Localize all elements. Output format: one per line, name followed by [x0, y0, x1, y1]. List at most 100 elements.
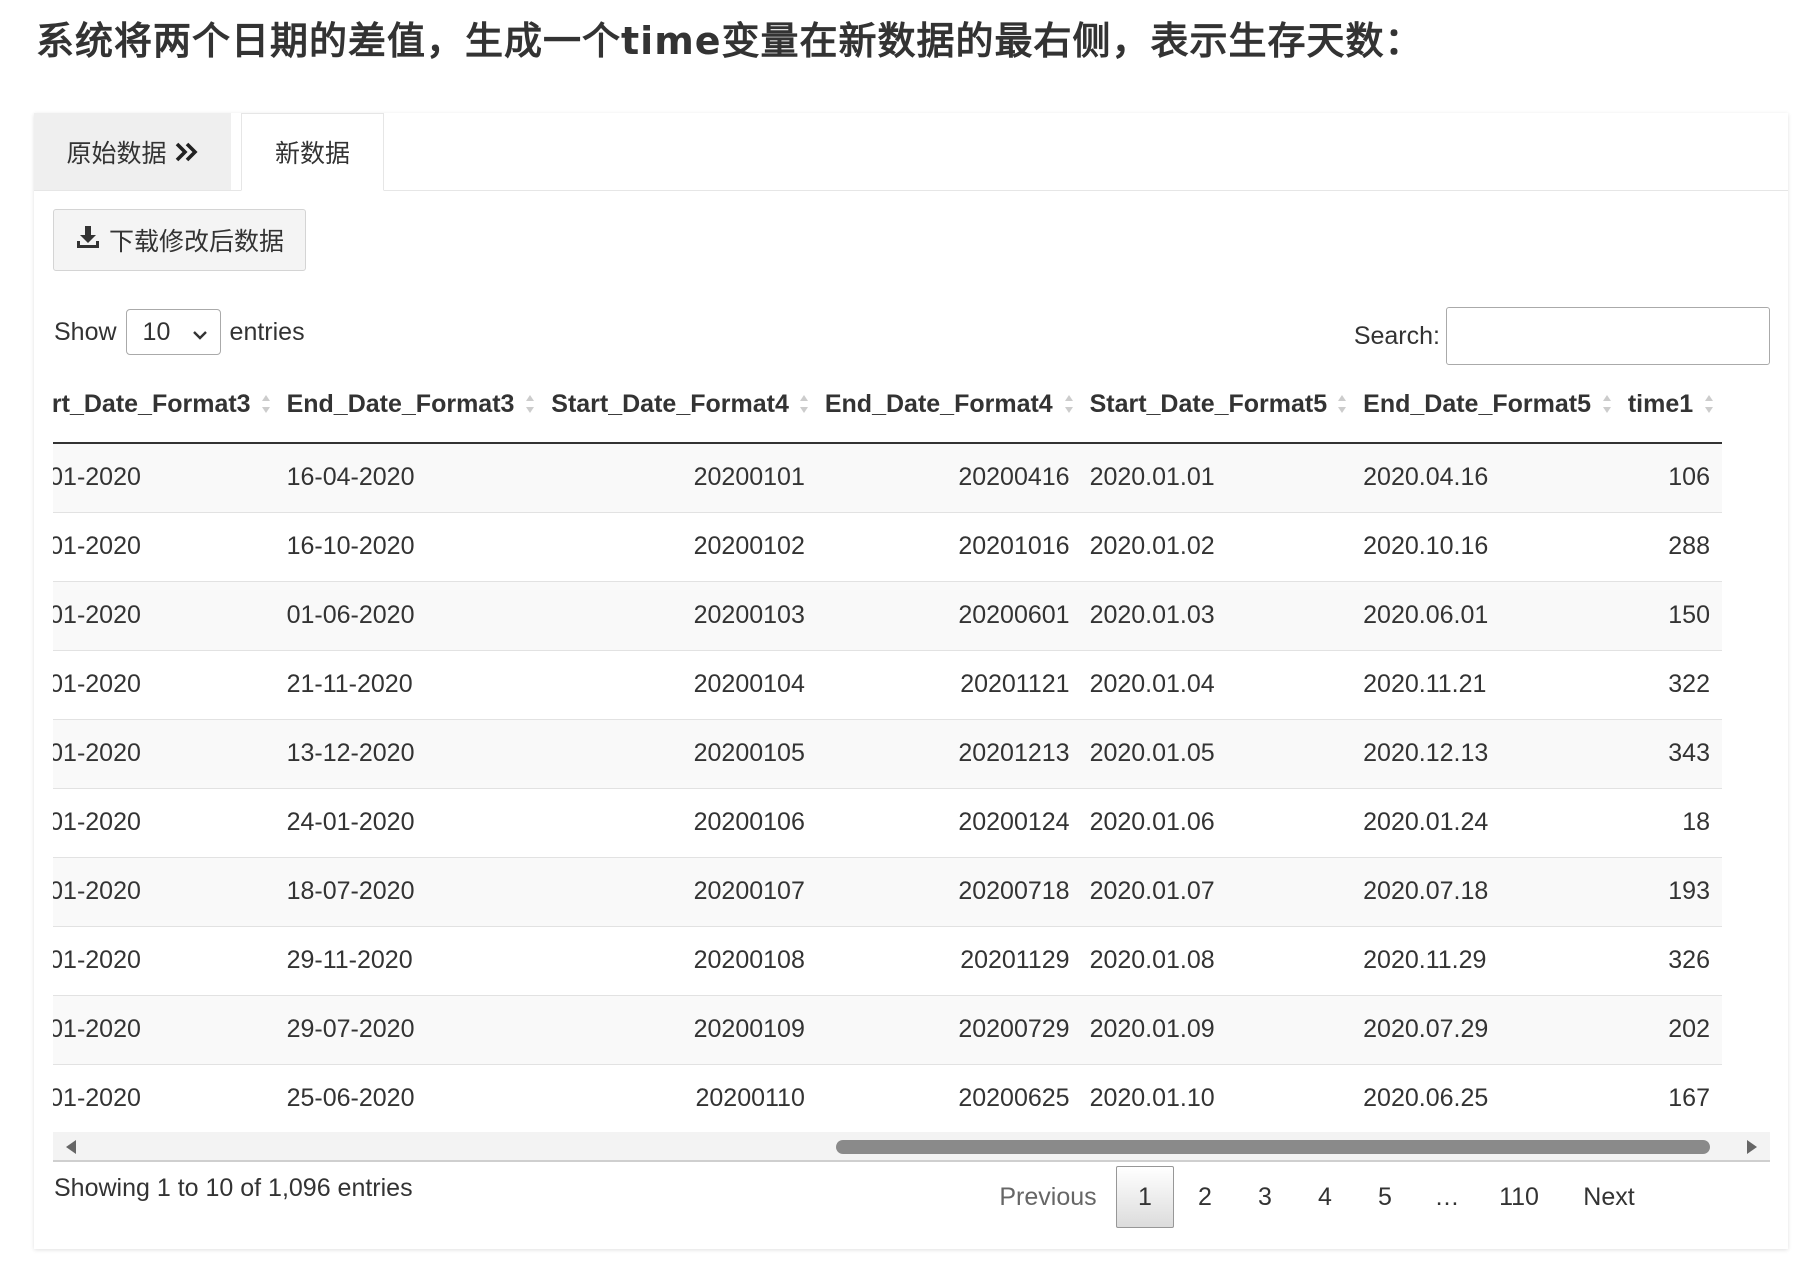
search-input[interactable]: [1446, 307, 1770, 365]
table-cell: 20200101: [543, 442, 817, 512]
pagination-page-110[interactable]: 110: [1480, 1166, 1558, 1228]
table-cell: 16-04-2020: [278, 442, 544, 512]
sort-icon: [1064, 393, 1074, 415]
column-header-label: End_Date_Format4: [824, 389, 1053, 418]
entries-label: entries: [229, 317, 305, 346]
table-cell: 20200109: [543, 994, 817, 1064]
table-cell: 05-01-2020: [53, 718, 279, 788]
table-cell: 20200718: [816, 856, 1082, 926]
table-cell: 2020.12.13: [1355, 718, 1620, 788]
table-cell: 02-01-2020: [53, 511, 279, 581]
table-cell: 2020.06.01: [1355, 580, 1620, 650]
table-cell: 01-06-2020: [278, 580, 544, 650]
table-cell: 2020.04.16: [1355, 442, 1620, 512]
tab-new-data-label: 新数据: [274, 139, 350, 168]
download-button-label: 下载修改后数据: [108, 227, 284, 256]
table-cell: 09-01-2020: [53, 994, 279, 1064]
table-cell: 18-07-2020: [278, 856, 544, 926]
table-cell: 2020.01.08: [1081, 925, 1356, 995]
horizontal-scrollbar[interactable]: [53, 1132, 1770, 1162]
table-cell: 20200124: [816, 787, 1082, 857]
table-row[interactable]: 08-01-202029-11-202020200108202011292020…: [53, 925, 1722, 995]
table-cell: 2020.01.03: [1081, 580, 1356, 650]
sort-icon: [1602, 393, 1612, 415]
table-row[interactable]: 01-01-202016-04-202020200101202004162020…: [53, 442, 1722, 512]
table-cell: 2020.01.01: [1081, 442, 1356, 512]
search-label: Search:: [1353, 321, 1440, 350]
column-header[interactable]: Start_Date_Format5: [1081, 366, 1356, 444]
table-cell: 2020.01.10: [1081, 1063, 1356, 1133]
table-cell: 13-12-2020: [278, 718, 544, 788]
entries-per-page-select[interactable]: 10: [125, 309, 221, 355]
scroll-right-arrow-icon[interactable]: [1746, 1139, 1758, 1159]
sort-icon: [261, 393, 271, 415]
table-cell: 20200103: [543, 580, 817, 650]
table-cell: 326: [1619, 925, 1722, 995]
page-heading: 系统将两个日期的差值，生成一个time变量在新数据的最右侧，表示生存天数：: [36, 19, 1424, 63]
table-cell: 20200108: [543, 925, 817, 995]
pagination-page-5[interactable]: 5: [1356, 1166, 1414, 1228]
pagination-previous[interactable]: Previous: [994, 1166, 1102, 1228]
column-header[interactable]: Start_Date_Format3: [53, 366, 279, 444]
pagination-page-4[interactable]: 4: [1296, 1166, 1354, 1228]
scrollbar-thumb[interactable]: [836, 1140, 1710, 1154]
sort-icon: [799, 393, 809, 415]
column-header[interactable]: End_Date_Format3: [278, 366, 544, 444]
pagination-page-1[interactable]: 1: [1116, 1166, 1174, 1228]
table-cell: 2020.07.18: [1355, 856, 1620, 926]
pagination: Previous 1 2 3 4 5 … 110 Next: [994, 1165, 1654, 1229]
column-header[interactable]: End_Date_Format5: [1355, 366, 1620, 444]
column-header[interactable]: End_Date_Format4: [816, 366, 1082, 444]
table-cell: 04-01-2020: [53, 649, 279, 719]
table-row[interactable]: 07-01-202018-07-202020200107202007182020…: [53, 856, 1722, 926]
table-cell: 21-11-2020: [278, 649, 544, 719]
table-cell: 06-01-2020: [53, 787, 279, 857]
table-cell: 2020.06.25: [1355, 1063, 1620, 1133]
column-header[interactable]: Start_Date_Format4: [543, 366, 817, 444]
table-cell: 2020.11.29: [1355, 925, 1620, 995]
table-cell: 03-01-2020: [53, 580, 279, 650]
tab-panel: 原始数据 新数据 下载修改后数据 Show 10 entries Search:: [34, 113, 1788, 1249]
table-row[interactable]: 06-01-202024-01-20202020010620200124 2020…: [53, 787, 1722, 857]
table-cell: 2020.01.24: [1355, 787, 1620, 857]
table-row[interactable]: 09-01-202029-07-20202020010920200729 2020…: [53, 994, 1722, 1064]
table-cell: 20200106: [543, 787, 817, 857]
table-row[interactable]: 04-01-202021-11-202020200104202011212020…: [53, 649, 1722, 719]
chevron-down-icon: [192, 318, 208, 347]
column-header-label: Start_Date_Format5: [1089, 389, 1328, 418]
download-icon: [75, 224, 101, 256]
table-cell: 20200104: [543, 649, 817, 719]
column-header-label: Start_Date_Format3: [53, 389, 251, 418]
table-cell: 20200110: [543, 1063, 817, 1133]
pagination-page-2[interactable]: 2: [1176, 1166, 1234, 1228]
table-cell: 2020.01.02: [1081, 511, 1356, 581]
table-cell: 24-01-2020: [278, 787, 544, 857]
tab-new-data[interactable]: 新数据: [241, 113, 384, 191]
tab-bar: 原始数据 新数据: [34, 113, 1788, 191]
pagination-page-3[interactable]: 3: [1236, 1166, 1294, 1228]
length-control: Show 10 entries: [54, 308, 305, 356]
column-header-label: Start_Date_Format4: [551, 389, 789, 418]
tab-original-data[interactable]: 原始数据: [34, 113, 231, 190]
table-scroll-body: Start_Date_Format3 End_Date_Format3 Start_…: [53, 366, 1770, 1150]
table-cell: 29-07-2020: [278, 994, 544, 1064]
table-cell: 167: [1619, 1063, 1722, 1133]
column-header[interactable]: time1: [1619, 366, 1722, 444]
scroll-left-arrow-icon[interactable]: [65, 1139, 77, 1159]
double-chevron-right-icon: [175, 141, 199, 163]
table-row[interactable]: 05-01-202013-12-202020200105202012132020…: [53, 718, 1722, 788]
download-modified-data-button[interactable]: 下载修改后数据: [53, 209, 306, 271]
table-cell: 20200729: [816, 994, 1082, 1064]
table-row[interactable]: 02-01-202016-10-202020200102202010162020…: [53, 511, 1722, 581]
column-header-label: time1: [1627, 389, 1694, 418]
table-row[interactable]: 10-01-202025-06-202020200110202006252020…: [53, 1063, 1722, 1133]
entries-per-page-value: 10: [142, 317, 171, 346]
show-label: Show: [54, 317, 117, 346]
table-cell: 2020.07.29: [1355, 994, 1620, 1064]
pagination-next[interactable]: Next: [1564, 1166, 1654, 1228]
data-table: Start_Date_Format3 End_Date_Format3 Start_…: [53, 366, 1722, 1133]
table-cell: 20200105: [543, 718, 817, 788]
table-cell: 20200102: [543, 511, 817, 581]
table-cell: 2020.01.05: [1081, 718, 1356, 788]
table-row[interactable]: 03-01-202001-06-202020200103202006012020…: [53, 580, 1722, 650]
